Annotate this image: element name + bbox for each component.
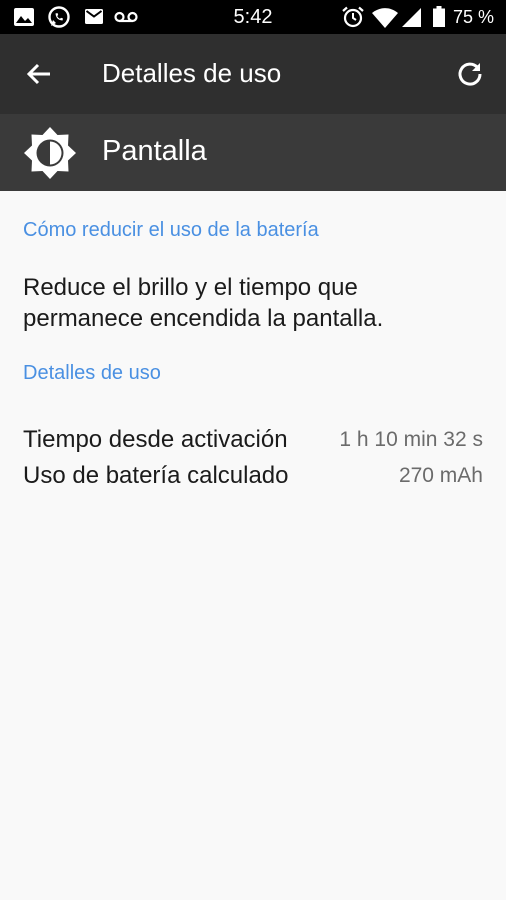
- usage-value: 1 h 10 min 32 s: [339, 428, 483, 451]
- usage-row-time: Tiempo desde activación 1 h 10 min 32 s: [23, 426, 483, 458]
- reduce-usage-header: Cómo reducir el uso de la batería: [23, 219, 319, 241]
- wifi-icon: [372, 8, 398, 33]
- refresh-button[interactable]: [450, 54, 490, 94]
- reduce-usage-text: Reduce el brillo y el tiempo que permane…: [23, 274, 384, 332]
- alarm-icon: [342, 6, 364, 33]
- usage-row-battery: Uso de batería calculado 270 mAh: [23, 462, 483, 494]
- page-title: Detalles de uso: [102, 58, 282, 88]
- usage-details-header: Detalles de uso: [23, 362, 161, 384]
- refresh-icon: [450, 62, 490, 98]
- app-header: Pantalla: [0, 114, 506, 191]
- content: Cómo reducir el uso de la batería Reduce…: [0, 191, 506, 900]
- status-time: 5:42: [233, 6, 273, 28]
- usage-label: Uso de batería calculado: [23, 462, 289, 489]
- status-bar: 5:42 75 %: [0, 0, 506, 34]
- signal-icon: [402, 8, 421, 32]
- app-name: Pantalla: [102, 135, 207, 167]
- battery-percentage: 75 %: [452, 7, 494, 27]
- arrow-left-icon: [20, 63, 60, 98]
- back-button[interactable]: [20, 54, 60, 94]
- usage-label: Tiempo desde activación: [23, 426, 288, 453]
- app-bar: Detalles de uso: [0, 34, 506, 114]
- brightness-icon: [22, 125, 78, 181]
- usage-value: 270 mAh: [398, 464, 483, 487]
- battery-icon: [433, 6, 445, 32]
